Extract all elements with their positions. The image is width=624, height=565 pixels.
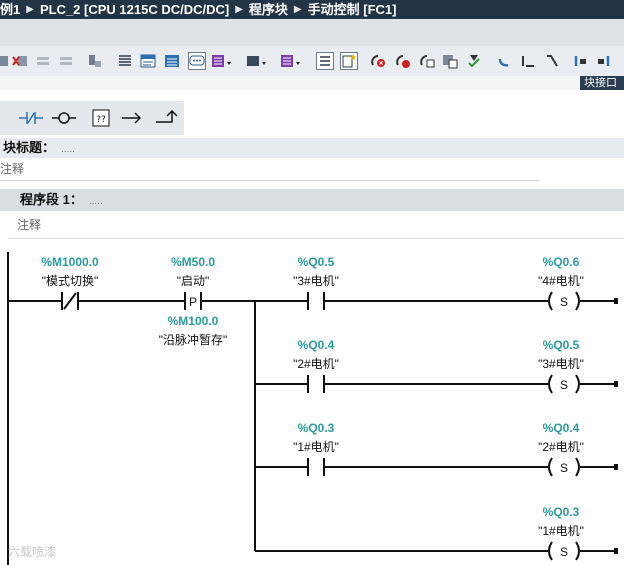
block-title-value[interactable]: ..... xyxy=(61,144,75,155)
expand-icon[interactable] xyxy=(211,53,233,69)
compile-icon[interactable] xyxy=(466,53,482,69)
operand-address[interactable]: %Q0.3 xyxy=(256,421,376,435)
no-contact-icon[interactable] xyxy=(0,104,14,132)
no-contact-q05[interactable] xyxy=(307,292,325,310)
operand-address[interactable]: %M1000.0 xyxy=(10,255,130,269)
operand-symbol[interactable]: "启动" xyxy=(123,272,263,289)
go-to-error-icon[interactable] xyxy=(370,53,386,69)
network-title-label: 程序段 1： xyxy=(20,192,83,207)
coil-type-label: S xyxy=(560,295,568,309)
coil-icon[interactable] xyxy=(50,104,78,132)
highlight-icon[interactable] xyxy=(340,52,358,70)
breadcrumb-arrow-icon: ▶ xyxy=(26,4,34,15)
list-view-icon[interactable] xyxy=(316,52,334,70)
operand-symbol[interactable]: "模式切换" xyxy=(0,272,140,289)
no-contact-q04[interactable] xyxy=(307,375,325,393)
operand-address[interactable]: %Q0.5 xyxy=(256,255,376,269)
monitor-off-icon[interactable] xyxy=(596,53,612,69)
coil-type-label: S xyxy=(560,545,568,559)
breadcrumb-arrow-icon: ▶ xyxy=(293,4,302,15)
nc-contact-icon[interactable] xyxy=(17,104,45,132)
append-row-icon[interactable] xyxy=(58,53,74,69)
operand-symbol[interactable]: "2#电机" xyxy=(246,355,386,372)
empty-box-icon[interactable]: ?? xyxy=(87,104,115,132)
editor-toolbar xyxy=(0,46,624,76)
block-interface-tab[interactable]: 块接口 xyxy=(580,76,624,90)
block-title-row: 块标题：..... xyxy=(0,138,624,158)
delete-network-icon[interactable] xyxy=(12,53,28,69)
operand-symbol[interactable]: "3#电机" xyxy=(491,355,624,372)
indent-icon[interactable] xyxy=(544,53,560,69)
block-comment[interactable]: 注释 xyxy=(0,158,540,181)
edge-label: P xyxy=(189,295,197,309)
operand-address[interactable]: %Q0.4 xyxy=(256,338,376,352)
comment-toggle-icon[interactable] xyxy=(188,52,206,70)
insert-network-icon[interactable] xyxy=(0,53,10,69)
operand-address[interactable]: %Q0.5 xyxy=(501,338,621,352)
network-title-row: 程序段 1：..... xyxy=(0,189,624,211)
breadcrumb-project[interactable]: 例1 xyxy=(0,0,20,19)
edge-memory-address[interactable]: %M100.0 xyxy=(133,314,253,328)
call-icon[interactable] xyxy=(246,53,268,69)
close-branch-icon[interactable] xyxy=(152,104,180,132)
monitor-icon[interactable] xyxy=(87,53,103,69)
breadcrumb-block[interactable]: 手动控制 [FC1] xyxy=(308,0,397,19)
operand-symbol[interactable]: "1#电机" xyxy=(491,522,624,539)
lad-element-palette: ?? xyxy=(0,101,184,135)
lines-icon[interactable] xyxy=(520,53,536,69)
block-title-label: 块标题： xyxy=(3,140,56,155)
monitor-on-icon[interactable] xyxy=(572,53,588,69)
breadcrumb-plc[interactable]: PLC_2 [CPU 1215C DC/DC/DC] xyxy=(40,0,229,19)
breadcrumb: 例1 ▶ PLC_2 [CPU 1215C DC/DC/DC] ▶ 程序块 ▶ 手动控制 [… xyxy=(0,0,624,19)
network-comments-icon[interactable] xyxy=(140,53,156,69)
operand-address[interactable]: %Q0.6 xyxy=(501,255,621,269)
breadcrumb-program-blocks[interactable]: 程序块 xyxy=(249,0,288,19)
watermark: 六载喷漆 xyxy=(8,545,57,559)
toolbar-spacer xyxy=(0,76,624,90)
compare-icon[interactable] xyxy=(442,53,458,69)
coil-type-label: S xyxy=(560,378,568,392)
operand-symbol[interactable]: "2#电机" xyxy=(491,438,624,455)
next-error-icon[interactable] xyxy=(395,53,411,69)
absolute-operands-icon[interactable] xyxy=(117,53,133,69)
network-title-value[interactable]: ..... xyxy=(89,196,103,207)
reference-icon[interactable] xyxy=(419,53,435,69)
favorites-icon[interactable] xyxy=(164,53,180,69)
no-contact-q03[interactable] xyxy=(307,458,325,476)
operand-address[interactable]: %Q0.3 xyxy=(501,505,621,519)
network-comment[interactable]: 注释 xyxy=(8,212,624,239)
coil-type-label: S xyxy=(560,461,568,475)
operand-address[interactable]: %M50.0 xyxy=(133,255,253,269)
nc-contact-m1000[interactable] xyxy=(61,292,79,310)
svg-text:??: ?? xyxy=(96,115,106,125)
operand-symbol[interactable]: "1#电机" xyxy=(246,438,386,455)
insert-row-icon[interactable] xyxy=(35,53,51,69)
operand-symbol[interactable]: "3#电机" xyxy=(246,272,386,289)
open-branch-icon[interactable] xyxy=(118,104,146,132)
ladder-network: S S S S P %M1000.0 "模式切换" %M50.0 "启动" %M… xyxy=(0,238,624,565)
parameters-icon[interactable] xyxy=(280,53,302,69)
go-back-icon[interactable] xyxy=(496,53,512,69)
edge-memory-symbol[interactable]: "沿脉冲暂存" xyxy=(123,331,263,348)
operand-symbol[interactable]: "4#电机" xyxy=(491,272,624,289)
editor-tab-area xyxy=(0,19,624,46)
operand-address[interactable]: %Q0.4 xyxy=(501,421,621,435)
breadcrumb-arrow-icon: ▶ xyxy=(235,4,243,15)
